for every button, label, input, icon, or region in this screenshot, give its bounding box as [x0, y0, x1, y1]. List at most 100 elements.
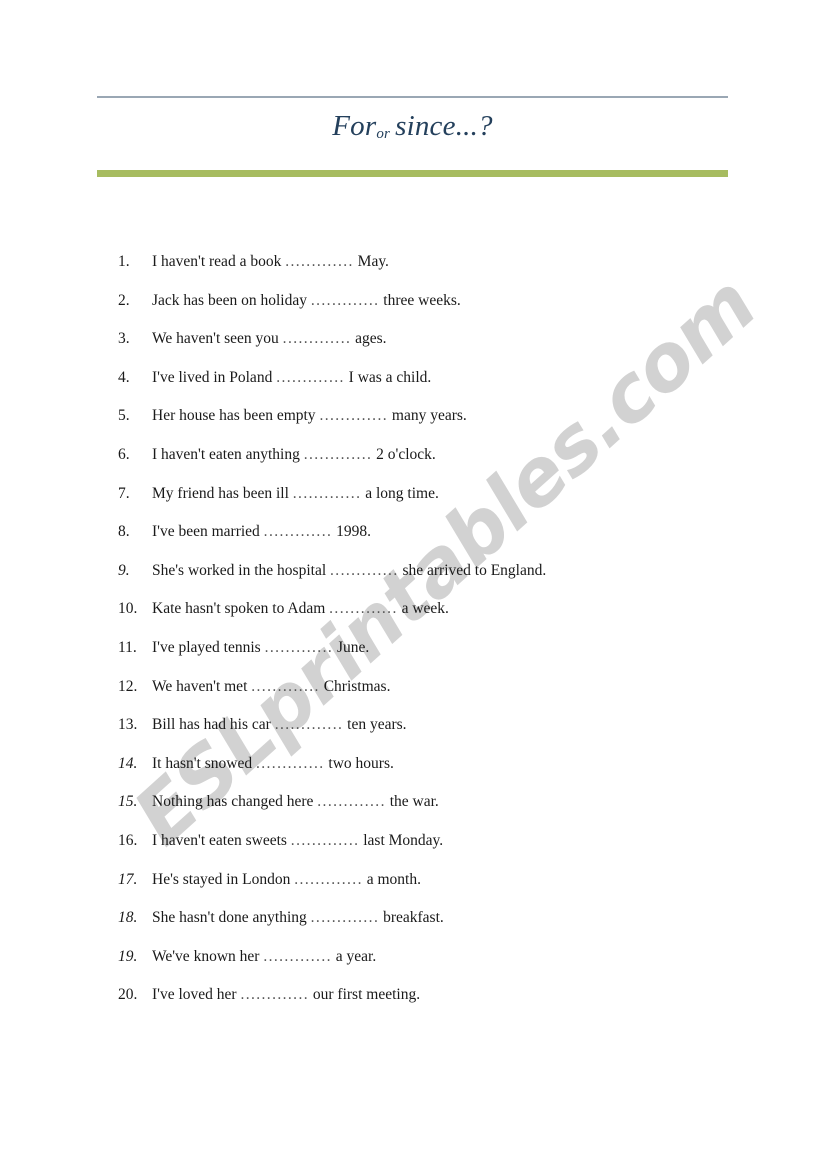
exercise-number: 1.: [118, 253, 130, 270]
exercise-number: 3.: [118, 330, 130, 348]
exercise-item: 20. I've loved her ............. our firs…: [118, 985, 768, 1024]
answer-blank[interactable]: .............: [319, 407, 388, 424]
exercise-sentence-end: I was a child.: [348, 368, 432, 386]
answer-blank[interactable]: .............: [293, 485, 362, 502]
exercise-sentence-end: a month.: [366, 870, 421, 888]
exercise-number: 16.: [118, 831, 138, 849]
answer-blank[interactable]: .............: [317, 793, 386, 810]
exercise-sentence-start: He's stayed in London: [152, 870, 291, 888]
exercise-number: 7.: [118, 484, 130, 502]
answer-blank[interactable]: .............: [264, 523, 333, 540]
exercise-sentence-end: she arrived to England.: [402, 561, 547, 579]
exercise-sentence-start: Bill has had his car: [152, 716, 271, 734]
exercise-sentence-start: I've lived in Poland: [152, 368, 273, 386]
exercise-sentence-start: She hasn't done anything: [152, 909, 307, 927]
exercise-sentence-start: My friend has been ill: [152, 484, 289, 502]
exercise-sentence-start: We've known her: [152, 947, 260, 965]
exercise-sentence-start: I haven't read a book: [152, 253, 282, 270]
answer-blank[interactable]: .............: [285, 253, 354, 270]
answer-blank[interactable]: .............: [256, 755, 325, 772]
exercise-sentence-end: a long time.: [365, 484, 439, 502]
exercise-item: 18. She hasn't done anything ............…: [118, 908, 768, 947]
exercise-item: 12. We haven't met ............. Christma…: [118, 677, 768, 716]
exercise-number: 9.: [118, 561, 130, 579]
title-part-or: or: [376, 126, 391, 142]
exercise-item: 4. I've lived in Poland ............. I w…: [118, 368, 768, 407]
exercise-sentence-start: Nothing has changed here: [152, 793, 314, 811]
exercise-sentence-end: breakfast.: [383, 909, 444, 927]
answer-blank[interactable]: .............: [291, 832, 360, 849]
exercise-item: 3. We haven't seen you ............. ages…: [118, 329, 768, 368]
exercise-item: 11. I've played tennis ............. June…: [118, 638, 768, 677]
exercise-number: 5.: [118, 407, 130, 425]
header-green-bar: [97, 170, 728, 177]
exercise-item: 19. We've known her ............. a year.: [118, 947, 768, 986]
answer-blank[interactable]: .............: [294, 871, 363, 888]
exercise-sentence-end: 1998.: [336, 523, 371, 541]
exercise-number: 13.: [118, 716, 138, 734]
exercise-number: 10.: [118, 600, 138, 618]
answer-blank[interactable]: .............: [263, 948, 332, 965]
exercise-sentence-end: ages.: [355, 330, 387, 348]
exercise-sentence-end: May.: [357, 253, 389, 270]
exercise-item: 2. Jack has been on holiday .............…: [118, 291, 768, 330]
exercise-item: 15. Nothing has changed here ............…: [118, 792, 768, 831]
exercise-sentence-end: 2 o'clock.: [376, 445, 436, 463]
answer-blank[interactable]: .............: [276, 369, 345, 386]
answer-blank[interactable]: .............: [283, 330, 352, 347]
exercise-item: 1. I haven't read a book ............. Ma…: [118, 252, 768, 291]
answer-blank[interactable]: .............: [265, 639, 334, 656]
exercise-number: 12.: [118, 677, 138, 695]
exercise-sentence-start: I haven't eaten anything: [152, 445, 300, 463]
exercise-item: 13. Bill has had his car ............. te…: [118, 715, 768, 754]
answer-blank[interactable]: .............: [311, 292, 380, 309]
exercise-sentence-end: the war.: [389, 793, 439, 811]
exercise-item: 9. She's worked in the hospital .........…: [118, 561, 768, 600]
exercise-item: 17. He's stayed in London ............. a…: [118, 870, 768, 909]
page-title: Foror since...?: [97, 110, 728, 142]
exercise-sentence-start: We haven't seen you: [152, 330, 279, 348]
exercise-sentence-start: She's worked in the hospital: [152, 561, 327, 579]
exercise-number: 2.: [118, 291, 130, 309]
exercise-sentence-end: a year.: [335, 947, 377, 965]
answer-blank[interactable]: .............: [329, 600, 398, 617]
exercise-sentence-end: two hours.: [328, 754, 394, 772]
exercise-sentence-end: Christmas.: [323, 677, 391, 695]
title-part-since: since...?: [395, 110, 493, 142]
worksheet-page: Foror since...? ESLprintables.com 1. I hav…: [0, 0, 826, 1169]
exercise-list: 1. I haven't read a book ............. Ma…: [118, 252, 768, 1024]
exercise-number: 11.: [118, 638, 137, 656]
exercise-item: 16. I haven't eaten sweets ............. …: [118, 831, 768, 870]
title-part-for: For: [332, 110, 377, 142]
exercise-item: 14. It hasn't snowed ............. two ho…: [118, 754, 768, 793]
exercise-sentence-start: I've loved her: [152, 986, 237, 1004]
exercise-item: 10. Kate hasn't spoken to Adam ..........…: [118, 599, 768, 638]
exercise-sentence-end: our first meeting.: [312, 986, 421, 1004]
exercise-number: 19.: [118, 947, 138, 965]
header-top-rule: [97, 96, 728, 98]
exercise-number: 15.: [118, 793, 138, 811]
exercise-number: 17.: [118, 870, 138, 888]
exercise-number: 6.: [118, 445, 130, 463]
exercise-sentence-end: last Monday.: [363, 831, 444, 849]
exercise-sentence-start: We haven't met: [152, 677, 248, 695]
exercise-item: 6. I haven't eaten anything .............…: [118, 445, 768, 484]
exercise-item: 5. Her house has been empty .............…: [118, 406, 768, 445]
exercise-sentence-start: It hasn't snowed: [152, 754, 253, 772]
answer-blank[interactable]: .............: [240, 986, 309, 1003]
exercise-sentence-end: June.: [337, 638, 370, 656]
exercise-sentence-end: a week.: [401, 600, 449, 618]
answer-blank[interactable]: .............: [311, 909, 380, 926]
exercise-number: 20.: [118, 986, 138, 1004]
exercise-number: 8.: [118, 523, 130, 541]
answer-blank[interactable]: .............: [275, 716, 344, 733]
answer-blank[interactable]: .............: [304, 446, 373, 463]
exercise-sentence-start: Jack has been on holiday: [152, 291, 307, 309]
exercise-item: 8. I've been married ............. 1998.: [118, 522, 768, 561]
answer-blank[interactable]: .............: [251, 678, 320, 695]
exercise-sentence-start: I haven't eaten sweets: [152, 831, 287, 849]
exercise-item: 7. My friend has been ill ............. a…: [118, 484, 768, 523]
exercise-sentence-end: three weeks.: [383, 291, 461, 309]
exercise-number: 4.: [118, 368, 130, 386]
answer-blank[interactable]: .............: [330, 562, 399, 579]
